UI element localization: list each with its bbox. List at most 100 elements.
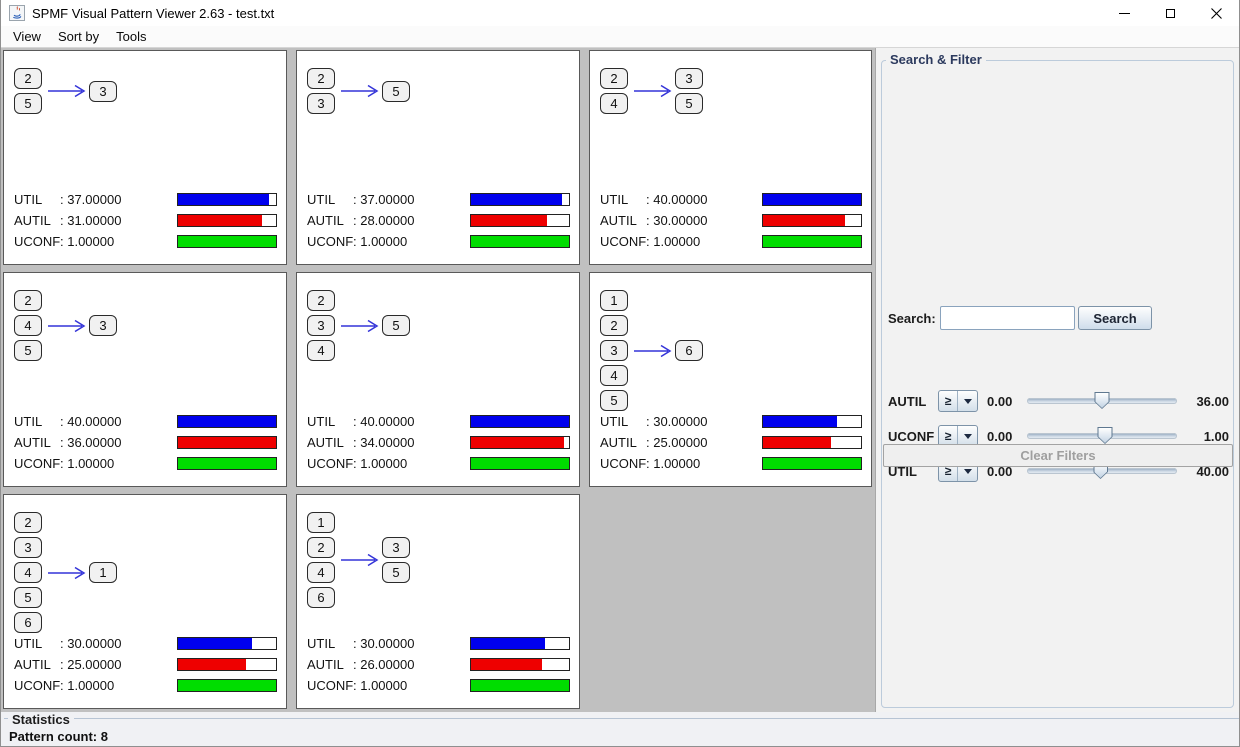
pattern-graph: 1246 35 (307, 512, 410, 608)
stat-value: : 25.00000 (60, 657, 121, 672)
arrow-icon (48, 566, 88, 580)
stat-label: UTIL (14, 414, 60, 429)
stat-bar (762, 415, 862, 428)
clear-filters-button[interactable]: Clear Filters (883, 444, 1233, 467)
stat-value: : 1.00000 (646, 456, 700, 471)
pattern-card[interactable]: 23 5 UTIL : 37.00000 AUTIL : 28.00000 UC… (296, 50, 580, 265)
pattern-card[interactable]: 24 35 UTIL : 40.00000 AUTIL : 30.00000 U… (589, 50, 872, 265)
combo-arrow-button[interactable] (958, 426, 977, 446)
pattern-graph: 23 5 (307, 68, 410, 114)
stat-bar-fill (178, 236, 276, 247)
maximize-button[interactable] (1147, 0, 1193, 26)
stat-row: UTIL : 30.00000 (307, 633, 570, 654)
stat-bar (177, 193, 277, 206)
statistics-divider (4, 718, 1239, 719)
stat-bar-fill (763, 416, 837, 427)
stat-label: UTIL (14, 636, 60, 651)
pattern-item-node: 1 (307, 512, 335, 533)
search-filter-panel: Search & Filter Search: Search AUTIL ≥ 0… (876, 48, 1239, 712)
filter-panel-title: Search & Filter (886, 52, 986, 67)
pattern-card[interactable]: 245 3 UTIL : 40.00000 AUTIL : 36.00000 U… (3, 272, 287, 487)
menu-item-sort-by[interactable]: Sort by (50, 27, 107, 46)
itemset-left: 23 (307, 68, 335, 114)
pattern-item-node: 2 (600, 315, 628, 336)
pattern-count: Pattern count: 8 (9, 729, 108, 744)
combo-arrow-button[interactable] (958, 391, 977, 411)
pattern-item-node: 3 (14, 537, 42, 558)
filter-min-label: 0.00 (987, 429, 1023, 444)
pattern-item-node: 3 (675, 68, 703, 89)
itemset-left: 12345 (600, 290, 628, 411)
stat-label: UTIL (600, 192, 646, 207)
stat-row: AUTIL : 34.00000 (307, 432, 570, 453)
pattern-card[interactable]: 12345 6 UTIL : 30.00000 AUTIL : 25.00000… (589, 272, 872, 487)
filter-label: UCONF (888, 429, 938, 444)
stat-bar (762, 235, 862, 248)
stat-label: AUTIL (307, 213, 353, 228)
pattern-item-node: 5 (600, 390, 628, 411)
menu-item-view[interactable]: View (5, 27, 49, 46)
stat-row: AUTIL : 31.00000 (14, 210, 277, 231)
stat-bar (470, 415, 570, 428)
itemset-right: 6 (675, 340, 703, 361)
slider-thumb[interactable] (1095, 392, 1110, 409)
filter-slider[interactable] (1027, 426, 1177, 446)
filter-slider[interactable] (1027, 391, 1177, 411)
stat-bar (177, 637, 277, 650)
minimize-button[interactable] (1101, 0, 1147, 26)
stat-value: : 30.00000 (646, 414, 707, 429)
stat-value: : 1.00000 (60, 234, 114, 249)
stat-value: : 31.00000 (60, 213, 121, 228)
pattern-card[interactable]: 23456 1 UTIL : 30.00000 AUTIL : 25.00000… (3, 494, 287, 709)
stat-row: UTIL : 37.00000 (307, 189, 570, 210)
pattern-card[interactable]: 234 5 UTIL : 40.00000 AUTIL : 34.00000 U… (296, 272, 580, 487)
stat-bar (470, 436, 570, 449)
stat-value: : 30.00000 (353, 636, 414, 651)
pattern-graph: 25 3 (14, 68, 117, 114)
filter-operator-combo[interactable]: ≥ (938, 390, 978, 412)
stat-bar (470, 637, 570, 650)
itemset-right: 35 (382, 537, 410, 583)
pattern-item-node: 3 (600, 340, 628, 361)
window-title: SPMF Visual Pattern Viewer 2.63 - test.t… (32, 6, 274, 21)
stat-bar-fill (178, 215, 262, 226)
stat-bar (470, 214, 570, 227)
pattern-item-node: 5 (675, 93, 703, 114)
stat-label: AUTIL (307, 435, 353, 450)
stat-bar-fill (471, 638, 545, 649)
stat-row: AUTIL : 36.00000 (14, 432, 277, 453)
slider-thumb[interactable] (1098, 427, 1113, 444)
stat-row: UCONF : 1.00000 (307, 231, 570, 252)
slider-thumb-face (1096, 393, 1109, 408)
group-border (881, 60, 1234, 708)
pattern-card[interactable]: 25 3 UTIL : 37.00000 AUTIL : 31.00000 UC… (3, 50, 287, 265)
chevron-down-icon (964, 469, 972, 474)
search-button[interactable]: Search (1078, 306, 1152, 330)
stat-bar-fill (471, 236, 569, 247)
itemset-left: 23456 (14, 512, 42, 633)
patterns-area: 25 3 UTIL : 37.00000 AUTIL : 31.00000 UC… (1, 48, 876, 712)
statistics-panel: Statistics Pattern count: 8 (1, 712, 1239, 746)
stat-label: AUTIL (14, 435, 60, 450)
itemset-left: 234 (307, 290, 335, 361)
filter-row-autil: AUTIL ≥ 0.00 36.00 (888, 389, 1229, 413)
close-icon (1211, 8, 1222, 19)
search-input[interactable] (940, 306, 1075, 330)
menu-item-tools[interactable]: Tools (108, 27, 154, 46)
close-button[interactable] (1193, 0, 1239, 26)
stat-bar-fill (763, 194, 861, 205)
pattern-item-node: 5 (14, 93, 42, 114)
slider-thumb-face (1099, 428, 1112, 443)
stat-row: UCONF : 1.00000 (307, 675, 570, 696)
java-app-icon (9, 5, 25, 21)
itemset-right: 3 (89, 81, 117, 102)
stat-row: UTIL : 40.00000 (600, 189, 862, 210)
pattern-item-node: 1 (600, 290, 628, 311)
stat-row: UTIL : 30.00000 (600, 411, 862, 432)
minimize-icon (1119, 13, 1130, 14)
pattern-card[interactable]: 1246 35 UTIL : 30.00000 AUTIL : 26.00000… (296, 494, 580, 709)
stat-label: AUTIL (307, 657, 353, 672)
stat-label: AUTIL (14, 213, 60, 228)
stat-value: : 1.00000 (353, 678, 407, 693)
itemset-right: 1 (89, 562, 117, 583)
